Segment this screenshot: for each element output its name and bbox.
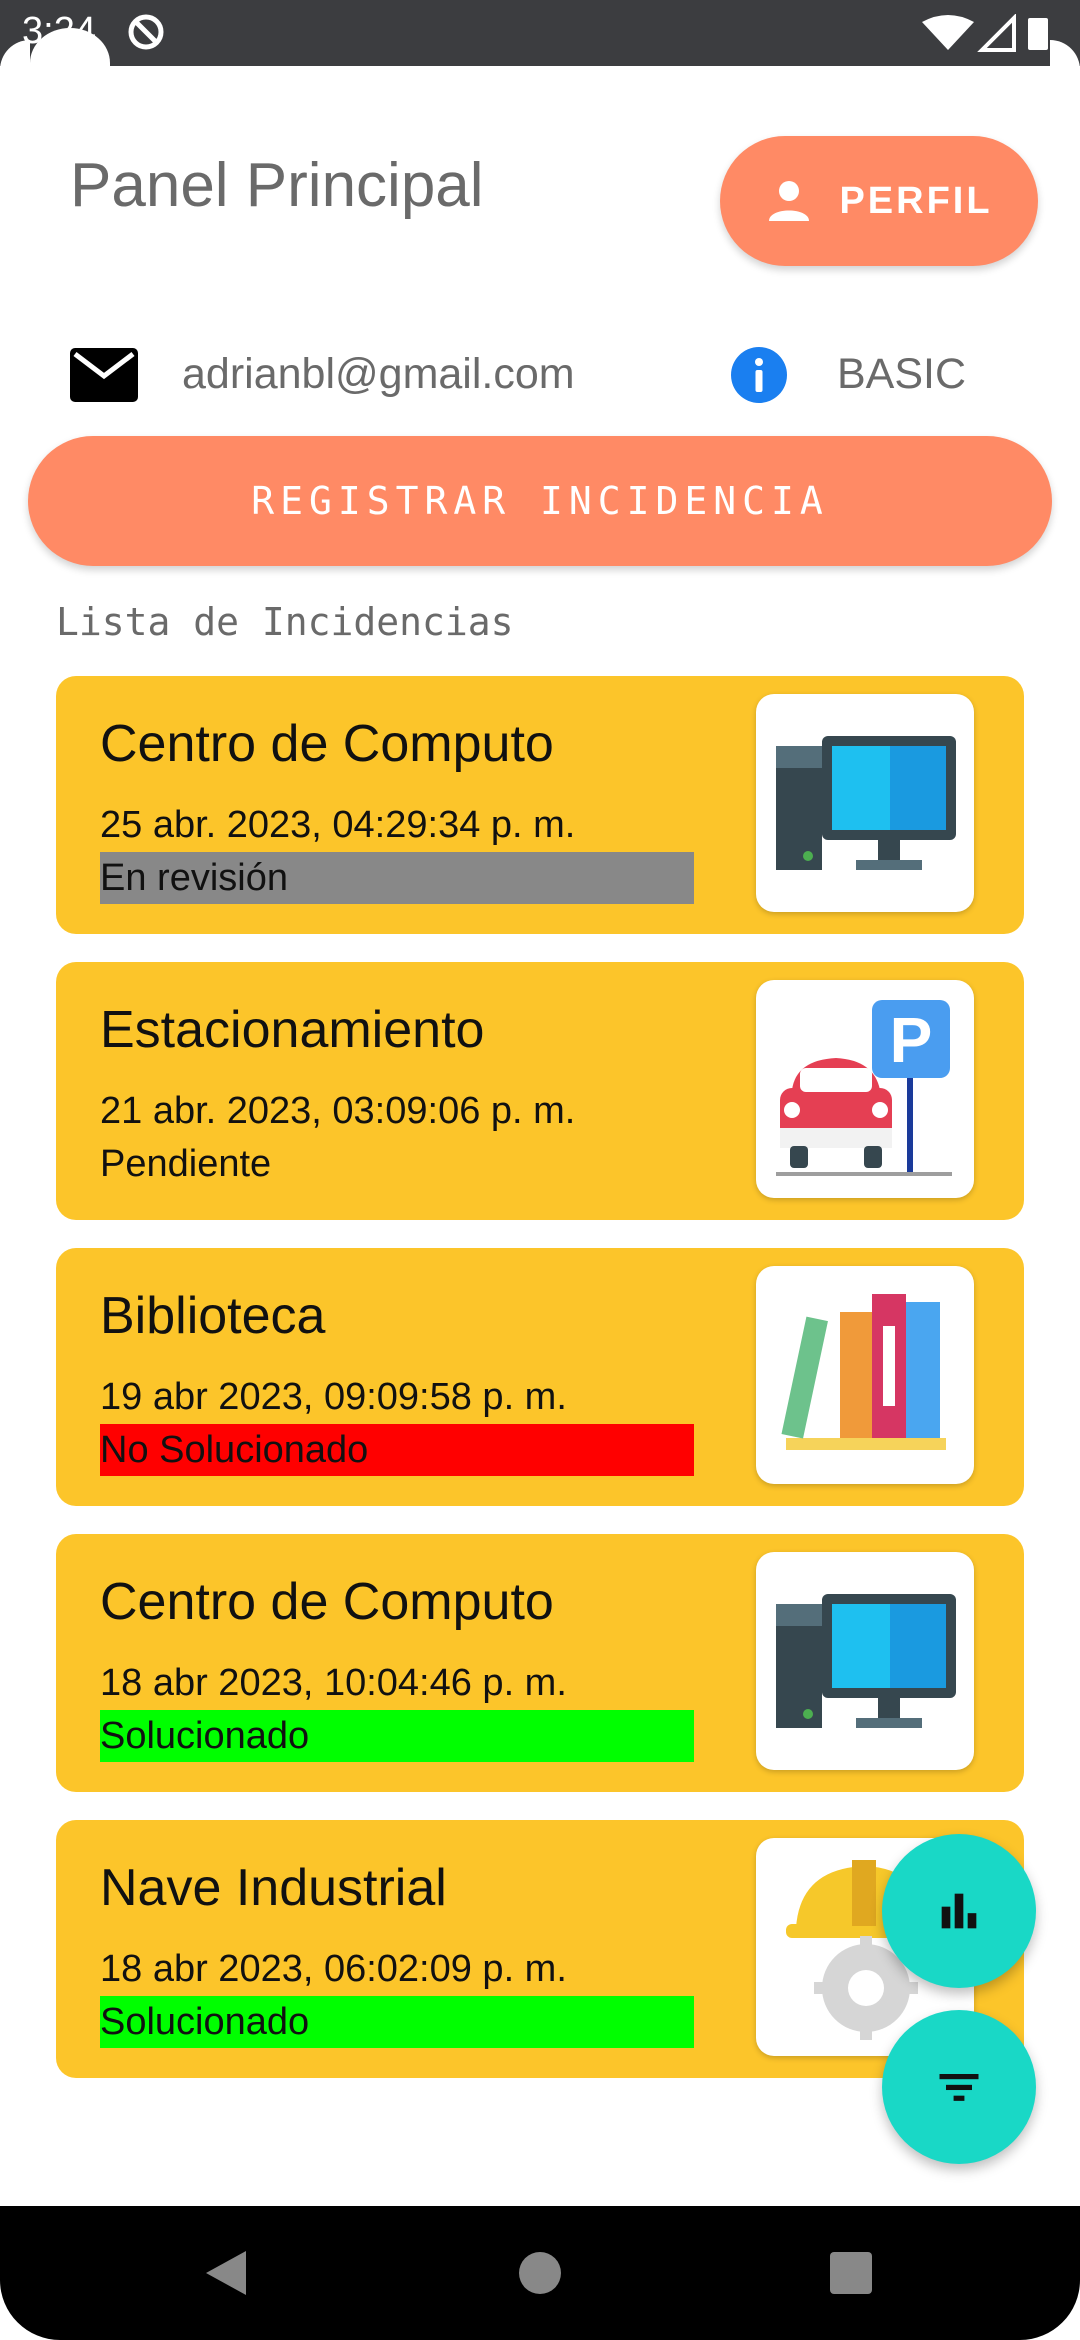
- profile-button-label: PERFIL: [839, 179, 993, 222]
- status-icons: [922, 14, 1048, 52]
- incident-place: Centro de Computo: [100, 1573, 554, 1631]
- incident-place: Estacionamiento: [100, 1001, 485, 1059]
- filter-fab[interactable]: [882, 2010, 1036, 2164]
- incident-card[interactable]: Centro de Computo 18 abr 2023, 10:04:46 …: [56, 1534, 1024, 1792]
- page-title: Panel Principal: [70, 151, 484, 220]
- incident-status: No Solucionado: [100, 1424, 694, 1476]
- incident-place: Biblioteca: [100, 1287, 326, 1345]
- status-bar: 3:24: [0, 0, 1080, 98]
- incident-date: 18 abr 2023, 10:04:46 p. m.: [100, 1662, 567, 1704]
- filter-icon: [939, 2074, 979, 2101]
- incident-place: Centro de Computo: [100, 715, 554, 773]
- list-title: Lista de Incidencias: [56, 600, 514, 644]
- register-incident-button[interactable]: REGISTRAR INCIDENCIA: [28, 436, 1052, 566]
- register-incident-label: REGISTRAR INCIDENCIA: [251, 479, 829, 523]
- incident-status: Pendiente: [100, 1143, 272, 1185]
- user-email: adrianbl@gmail.com: [182, 350, 575, 398]
- system-nav-bar: [0, 2206, 1080, 2340]
- books-icon: [756, 1266, 974, 1484]
- back-icon[interactable]: [206, 2251, 246, 2295]
- incident-date: 25 abr. 2023, 04:29:34 p. m.: [100, 804, 576, 846]
- home-icon[interactable]: [519, 2252, 561, 2294]
- recent-apps-icon[interactable]: [830, 2252, 872, 2294]
- computer-icon: [756, 1552, 974, 1770]
- user-info-row: adrianbl@gmail.com BASIC: [70, 340, 1070, 410]
- camera-notch: [30, 28, 110, 98]
- battery-icon: [1028, 18, 1048, 50]
- incident-status: Solucionado: [100, 1996, 694, 2048]
- svg-text:P: P: [890, 1004, 933, 1076]
- parking-icon: P: [756, 980, 974, 1198]
- signal-icon: [977, 14, 1016, 52]
- stats-fab[interactable]: [882, 1834, 1036, 1988]
- computer-icon: [756, 694, 974, 912]
- wifi-icon: [922, 15, 974, 50]
- incident-status: Solucionado: [100, 1710, 694, 1762]
- incident-card[interactable]: Nave Industrial 18 abr 2023, 06:02:09 p.…: [56, 1820, 1024, 2078]
- incident-date: 18 abr 2023, 06:02:09 p. m.: [100, 1948, 567, 1990]
- incident-place: Nave Industrial: [100, 1859, 447, 1917]
- bar-chart-icon: [941, 1893, 977, 1929]
- incident-date: 21 abr. 2023, 03:09:06 p. m.: [100, 1090, 576, 1132]
- email-icon: [70, 348, 138, 402]
- incident-card[interactable]: Biblioteca 19 abr 2023, 09:09:58 p. m. N…: [56, 1248, 1024, 1506]
- profile-button[interactable]: PERFIL: [720, 136, 1038, 266]
- person-icon: [769, 181, 810, 221]
- user-plan: BASIC: [837, 350, 967, 398]
- incident-date: 19 abr 2023, 09:09:58 p. m.: [100, 1376, 567, 1418]
- incident-card[interactable]: Estacionamiento 21 abr. 2023, 03:09:06 p…: [56, 962, 1024, 1220]
- notification-icon: [128, 14, 164, 50]
- incident-status: En revisión: [100, 852, 694, 904]
- incident-card[interactable]: Centro de Computo 25 abr. 2023, 04:29:34…: [56, 676, 1024, 934]
- info-icon[interactable]: [730, 346, 788, 404]
